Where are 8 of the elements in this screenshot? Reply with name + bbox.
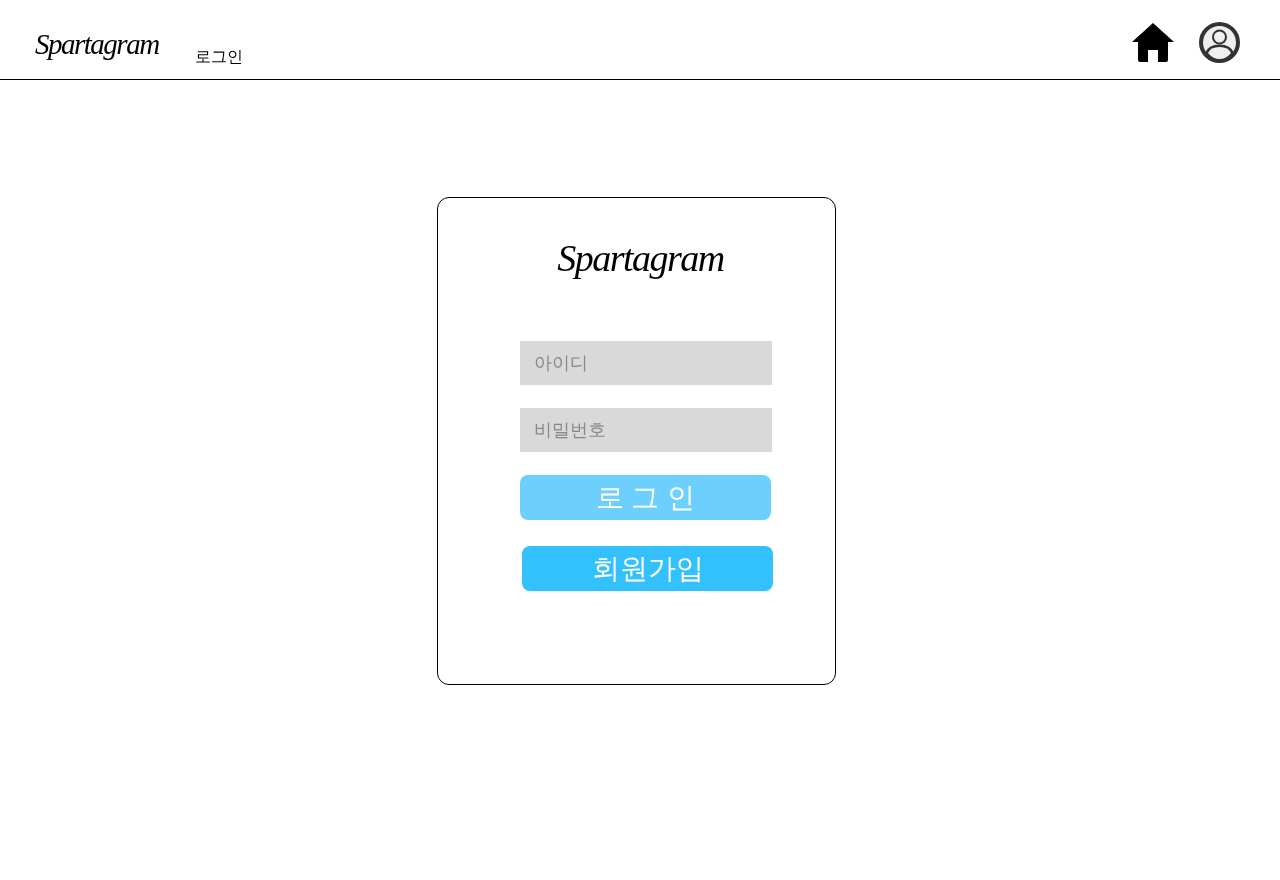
profile-icon[interactable]	[1199, 22, 1240, 63]
home-icon[interactable]	[1132, 23, 1174, 62]
input-field[interactable]: 아이디	[520, 341, 772, 385]
logo[interactable]: Spartagram	[35, 30, 159, 59]
signup-button[interactable]: 회원가입	[522, 546, 773, 591]
page-title: 로그인	[194, 49, 243, 65]
logo: Spartagram	[557, 236, 724, 281]
input-field[interactable]: 비밀번호	[520, 408, 772, 452]
